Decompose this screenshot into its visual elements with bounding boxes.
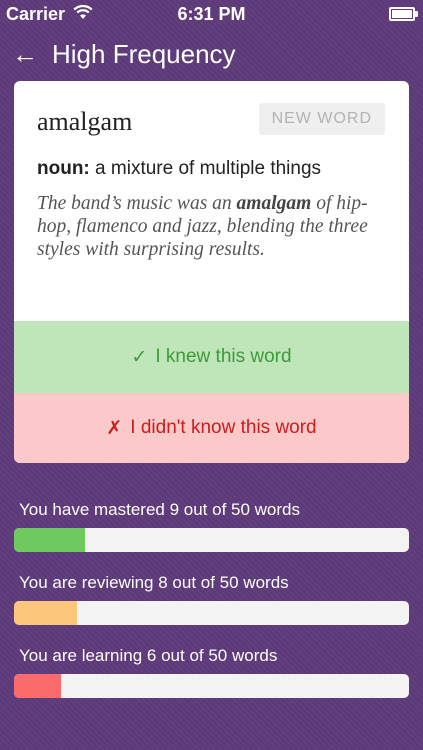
reviewing-progress-fill	[14, 601, 78, 625]
part-of-speech: noun:	[37, 158, 90, 179]
didnt-know-button[interactable]: ✗ I didn't know this word	[14, 393, 409, 463]
back-button[interactable]: ← High Frequency	[0, 39, 236, 70]
status-bar: Carrier 6:31 PM	[0, 0, 423, 28]
reviewing-label: You are reviewing 8 out of 50 words	[19, 573, 289, 592]
definition: noun: a mixture of multiple things	[37, 158, 321, 180]
definition-text: a mixture of multiple things	[95, 158, 322, 179]
new-word-badge: NEW WORD	[258, 103, 385, 135]
didnt-know-label: I didn't know this word	[130, 417, 317, 438]
learning-progress-fill	[14, 674, 62, 698]
page-title: High Frequency	[52, 38, 236, 69]
nav-bar: ← High Frequency	[0, 34, 423, 74]
wifi-icon	[73, 4, 93, 25]
mastered-progress-fill	[14, 528, 86, 552]
example-sentence: The band’s music was an amalgam of hip-h…	[37, 192, 392, 261]
back-arrow-icon[interactable]: ←	[12, 41, 38, 67]
knew-word-label: I knew this word	[155, 346, 292, 367]
reviewing-progress-bar	[14, 601, 409, 625]
mastered-label: You have mastered 9 out of 50 words	[19, 500, 300, 519]
carrier-label: Carrier	[6, 3, 66, 24]
mastered-progress-bar	[14, 528, 409, 552]
check-icon: ✓	[131, 346, 148, 368]
example-highlight-word: amalgam	[236, 193, 312, 214]
word-card: amalgam NEW WORD noun: a mixture of mult…	[14, 81, 409, 463]
example-text-before: The band’s music was an	[37, 193, 237, 214]
learning-label: You are learning 6 out of 50 words	[19, 646, 278, 665]
knew-word-button[interactable]: ✓ I knew this word	[14, 321, 409, 393]
learning-progress-bar	[14, 674, 409, 698]
word-title: amalgam	[37, 107, 133, 136]
battery-icon	[389, 7, 418, 21]
cross-icon: ✗	[106, 417, 123, 439]
